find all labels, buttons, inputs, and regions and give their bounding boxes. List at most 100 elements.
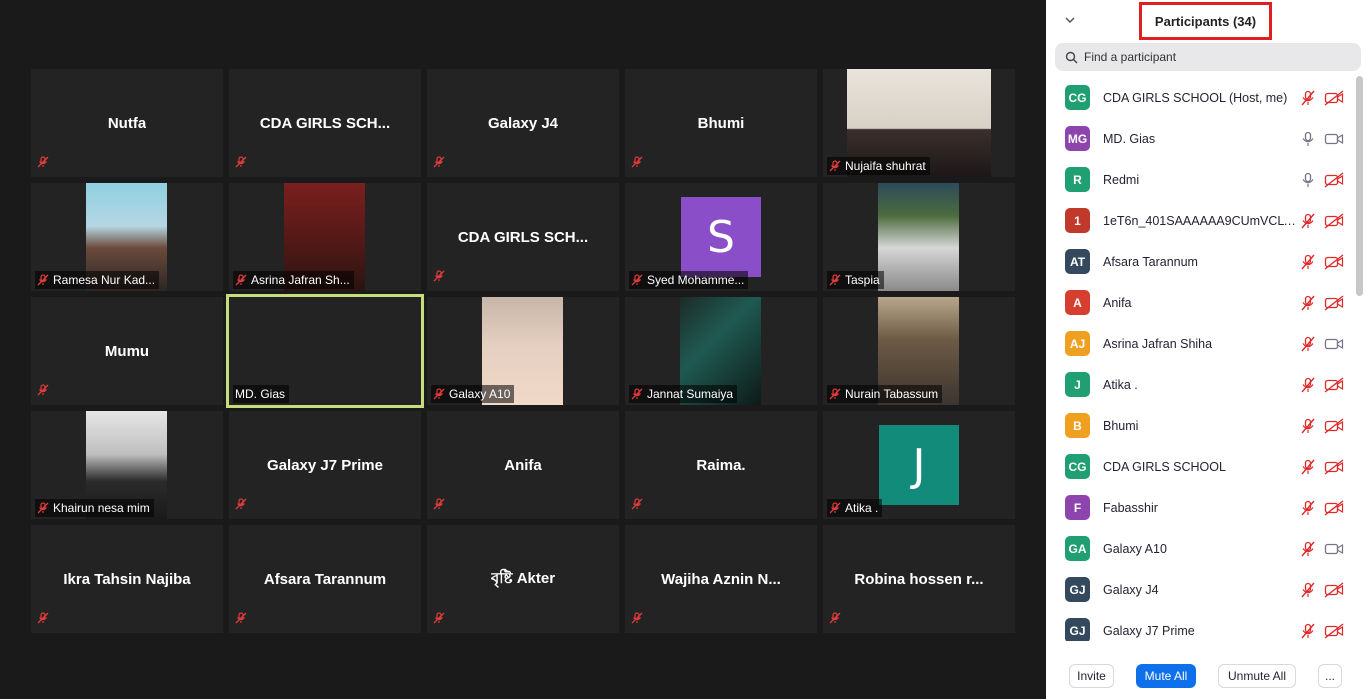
mic-muted-icon: [631, 156, 643, 168]
camera-off-icon: [1324, 622, 1344, 639]
video-tile[interactable]: Ramesa Nur Kad...: [31, 183, 223, 291]
video-tile[interactable]: Asrina Jafran Sh...: [229, 183, 421, 291]
participant-search-input[interactable]: [1084, 50, 1344, 64]
participant-mic-status[interactable]: [1300, 213, 1316, 229]
video-tile[interactable]: Nutfa: [31, 69, 223, 177]
participant-nameplate: Nurain Tabassum: [827, 385, 943, 403]
tile-mic-status: [631, 611, 643, 629]
participant-mic-status[interactable]: [1300, 295, 1316, 311]
participant-mic-status[interactable]: [1300, 541, 1316, 557]
video-tile[interactable]: S Syed Mohamme...: [625, 183, 817, 291]
mic-muted-icon: [829, 502, 841, 514]
participant-display-name: Galaxy J7 Prime: [267, 456, 383, 474]
participant-row[interactable]: GJ Galaxy J4: [1046, 569, 1358, 610]
participant-mic-status[interactable]: [1300, 131, 1316, 147]
participant-row[interactable]: CG CDA GIRLS SCHOOL: [1046, 446, 1358, 487]
video-tile[interactable]: Nujaifa shuhrat: [823, 69, 1015, 177]
participant-mic-status[interactable]: [1300, 172, 1316, 188]
video-tile[interactable]: Anifa: [427, 411, 619, 519]
video-tile[interactable]: Afsara Tarannum: [229, 525, 421, 633]
participant-mic-status[interactable]: [1300, 418, 1316, 434]
video-tile[interactable]: Ikra Tahsin Najiba: [31, 525, 223, 633]
chevron-down-icon[interactable]: [1064, 14, 1076, 26]
participant-mic-status[interactable]: [1300, 582, 1316, 598]
participant-mic-status[interactable]: [1300, 90, 1316, 106]
video-tile[interactable]: Jannat Sumaiya: [625, 297, 817, 405]
search-icon: [1065, 51, 1078, 63]
mic-muted-icon: [37, 156, 49, 168]
participant-name: Galaxy J7 Prime: [1103, 623, 1195, 638]
participant-row[interactable]: MG MD. Gias: [1046, 118, 1358, 159]
participant-nameplate: MD. Gias: [233, 385, 290, 403]
participant-row[interactable]: GJ Galaxy J7 Prime: [1046, 610, 1358, 641]
invite-button[interactable]: Invite: [1069, 664, 1114, 688]
video-tile[interactable]: বৃষ্টি Akter: [427, 525, 619, 633]
participant-row[interactable]: A Anifa: [1046, 282, 1358, 323]
participant-nameplate: Nujaifa shuhrat: [827, 157, 930, 175]
participant-display-name: Anifa: [504, 456, 542, 474]
participant-row[interactable]: B Bhumi: [1046, 405, 1358, 446]
video-tile[interactable]: Taspia: [823, 183, 1015, 291]
video-tile[interactable]: J Atika .: [823, 411, 1015, 519]
participant-video-feed: [878, 183, 959, 291]
mute-all-button[interactable]: Mute All: [1136, 664, 1196, 688]
participant-mic-status[interactable]: [1300, 459, 1316, 475]
participant-display-name: Nutfa: [107, 114, 147, 132]
video-tile[interactable]: MD. Gias: [226, 294, 424, 408]
participant-nameplate: Syed Mohamme...: [629, 271, 749, 289]
participant-nameplate: Taspia: [827, 271, 884, 289]
video-tile[interactable]: Raima.: [625, 411, 817, 519]
more-options-button[interactable]: ...: [1318, 664, 1342, 688]
mic-muted-icon: [433, 270, 445, 282]
participant-mic-status[interactable]: [1300, 254, 1316, 270]
participant-mic-status[interactable]: [1300, 336, 1316, 352]
participant-mic-status[interactable]: [1300, 500, 1316, 516]
participant-camera-status: [1324, 417, 1344, 434]
participant-row[interactable]: F Fabasshir: [1046, 487, 1358, 528]
participant-row[interactable]: J Atika .: [1046, 364, 1358, 405]
participant-row[interactable]: AT Afsara Tarannum: [1046, 241, 1358, 282]
mic-muted-icon: [433, 388, 445, 400]
participant-name: CDA GIRLS SCHOOL: [1103, 459, 1226, 474]
tile-mic-status: [631, 155, 643, 173]
video-tile[interactable]: Bhumi: [625, 69, 817, 177]
participant-name-label: Jannat Sumaiya: [647, 387, 734, 401]
video-tile[interactable]: Wajiha Aznin N...: [625, 525, 817, 633]
video-tile[interactable]: Nurain Tabassum: [823, 297, 1015, 405]
video-tile[interactable]: Khairun nesa mim: [31, 411, 223, 519]
video-tile[interactable]: CDA GIRLS SCH...: [229, 69, 421, 177]
participant-search[interactable]: [1055, 43, 1361, 71]
participant-row[interactable]: GA Galaxy A10: [1046, 528, 1358, 569]
video-tile[interactable]: CDA GIRLS SCH...: [427, 183, 619, 291]
mic-muted-icon: [37, 612, 49, 624]
video-tile[interactable]: Galaxy J7 Prime: [229, 411, 421, 519]
video-tile[interactable]: Galaxy J4: [427, 69, 619, 177]
participant-list: CG CDA GIRLS SCHOOL (Host, me) MG MD. Gias R…: [1046, 77, 1358, 641]
participant-display-name: Robina hossen r...: [854, 570, 984, 588]
participant-row[interactable]: 1 1eT6n_401SAAAAAA9CUmVCLW...: [1046, 200, 1358, 241]
video-tile[interactable]: Mumu: [31, 297, 223, 405]
mic-muted-icon: [1301, 213, 1315, 228]
mic-muted-icon: [631, 498, 643, 510]
participant-display-name: Wajiha Aznin N...: [661, 570, 781, 588]
participant-display-name: Ikra Tahsin Najiba: [63, 570, 191, 588]
mic-muted-icon: [1301, 582, 1315, 597]
video-tile[interactable]: Galaxy A10: [427, 297, 619, 405]
participant-display-name: বৃষ্টি Akter: [490, 569, 556, 587]
participant-row[interactable]: AJ Asrina Jafran Shiha: [1046, 323, 1358, 364]
participant-name: Afsara Tarannum: [1103, 254, 1198, 269]
tile-mic-status: [433, 269, 445, 287]
participant-camera-status: [1324, 171, 1344, 188]
video-tile[interactable]: Robina hossen r...: [823, 525, 1015, 633]
participant-avatar: MG: [1065, 126, 1090, 151]
participant-list-scrollbar[interactable]: [1356, 76, 1363, 296]
participant-name-label: Nujaifa shuhrat: [845, 159, 926, 173]
participant-display-name: Raima.: [696, 456, 746, 474]
participant-row[interactable]: R Redmi: [1046, 159, 1358, 200]
participant-name: MD. Gias: [1103, 131, 1156, 146]
mic-muted-icon: [631, 388, 643, 400]
participant-mic-status[interactable]: [1300, 623, 1316, 639]
unmute-all-button[interactable]: Unmute All: [1218, 664, 1296, 688]
participant-mic-status[interactable]: [1300, 377, 1316, 393]
participant-row[interactable]: CG CDA GIRLS SCHOOL (Host, me): [1046, 77, 1358, 118]
